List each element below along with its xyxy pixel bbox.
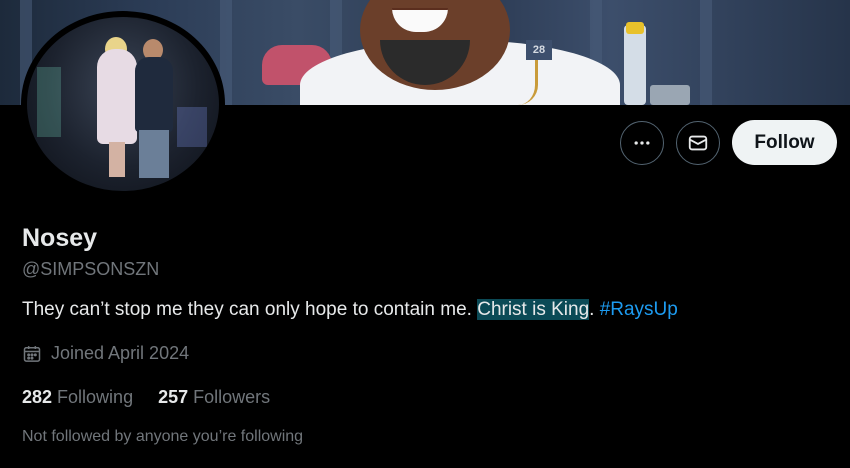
profile-bio: They can’t stop me they can only hope to… [22,299,678,321]
bio-highlighted-text: Christ is King [477,299,590,320]
following-count: 282 [22,387,53,407]
joined-date: Joined April 2024 [22,343,189,364]
profile-avatar[interactable] [21,11,225,197]
follow-stats: 282 Following 257 Followers [22,387,270,408]
followers-label: Followers [193,387,271,407]
following-link[interactable]: 282 Following [22,387,133,408]
follow-button[interactable]: Follow [732,120,837,165]
hashtag-link[interactable]: #RaysUp [600,299,678,320]
display-name: Nosey [22,224,98,252]
envelope-icon [688,135,708,151]
following-label: Following [57,387,134,407]
not-followed-notice: Not followed by anyone you’re following [22,428,304,445]
calendar-icon [23,345,41,362]
bio-period: . [589,299,595,320]
bio-text: They can’t stop me they can only hope to… [22,299,472,320]
more-options-button[interactable] [620,121,664,165]
user-handle: @SIMPSONSZN [22,259,160,279]
message-button[interactable] [676,121,720,165]
more-dots-icon [634,141,650,145]
profile-page: 28 Follow Nosey @SIMPSONSZN They can’t s… [0,0,850,468]
followers-link[interactable]: 257 Followers [158,387,270,408]
followers-count: 257 [158,387,189,407]
joined-text: Joined April 2024 [51,343,190,363]
